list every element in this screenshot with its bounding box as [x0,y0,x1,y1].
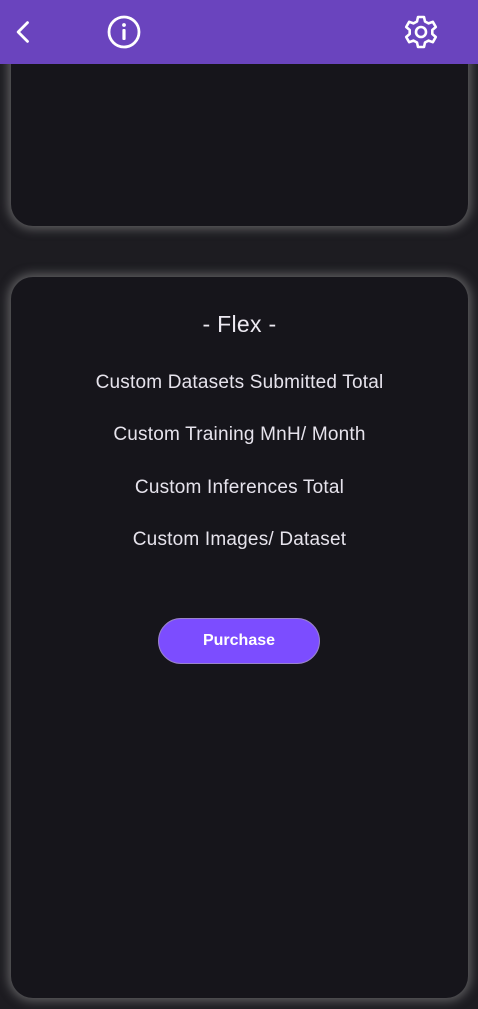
info-button[interactable] [96,0,152,64]
app-screen: - Flex - Custom Datasets Submitted Total… [0,0,478,1009]
plan-feature-item: Custom Training MnH/ Month [113,424,366,446]
plan-feature-list: Custom Datasets Submitted Total Custom T… [11,372,468,581]
back-button[interactable] [0,0,52,64]
plan-title: - Flex - [202,311,277,337]
info-circle-icon [107,15,141,49]
top-app-bar [0,0,478,64]
chevron-left-icon [16,21,29,43]
plan-feature-item: Custom Datasets Submitted Total [95,372,384,393]
settings-button[interactable] [393,0,449,64]
gear-icon [404,15,438,49]
plan-feature-item: Custom Images/ Dataset [132,528,347,550]
plan-card-previous [11,64,468,226]
purchase-button[interactable]: Purchase [158,618,320,664]
plans-scroll-area[interactable]: - Flex - Custom Datasets Submitted Total… [0,64,478,1009]
plan-feature-item: Custom Inferences Total [134,476,345,498]
plan-card-flex: - Flex - Custom Datasets Submitted Total… [11,277,468,998]
